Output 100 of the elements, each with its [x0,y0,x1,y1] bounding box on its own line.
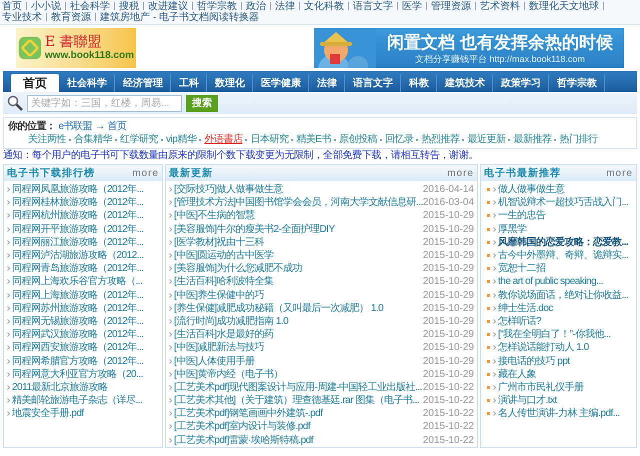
list-link[interactable]: 同程网无锡旅游攻略（2012年... [12,314,144,328]
list-link[interactable]: 同程网开平旅游攻略（2012年... [12,222,144,236]
more-link[interactable]: more [447,166,474,180]
list-link[interactable]: 精美邮轮旅游电子杂志（详尽... [12,394,142,408]
list-link[interactable]: 同程网青岛旅游攻略（2012年... [12,262,144,276]
top-nav-link[interactable]: 社会科学 [70,1,110,12]
top-nav-link[interactable]: 法律 [275,1,295,12]
chevron-icon [169,213,172,218]
list-link[interactable]: 宽恕十二招 [498,262,546,276]
quick-link[interactable]: 外语書店 [204,133,242,146]
list-link[interactable]: [生活百科]哈利波特全集 [174,275,274,288]
list-link[interactable]: [养生保健]减肥成功秘籍（又叫最后一次减肥） 1.0 [174,302,384,315]
breadcrumb-link[interactable]: 首页 [108,120,127,133]
list-link[interactable]: [工艺美术pdf]室内设计与装修.pdf [174,420,310,434]
list-link[interactable]: [美容服饰]牛尔的瘦美书2-全面护理DIY [174,222,335,236]
list-link[interactable]: 同程网希腊官方攻略（2012年... [12,354,144,368]
list-link[interactable]: 接电话的技巧 ppt [498,354,570,368]
list-link[interactable]: 藏在人象 [498,368,536,381]
top-nav-link[interactable]: 管理资源 [431,1,471,12]
top-nav-link[interactable]: 文化科教 [304,1,344,12]
list-link[interactable]: 厚黑学 [498,222,526,236]
list-link[interactable]: [中医]养生保健中的巧 [174,288,264,302]
top-nav-link[interactable]: 建筑房地产 [100,12,150,23]
search-field[interactable]: 关键字如：三国，红楼，周易... [27,94,182,112]
quick-link[interactable]: 红学研究 [120,133,158,146]
list-link[interactable]: [工艺美术pdf]现代图案设计与应用-周建-中国轻工业出版社... [174,380,422,394]
list-link[interactable]: [管理技术方法]中国图书馆学会会员，河南大学文献信息研... [174,196,423,210]
breadcrumb-link[interactable]: e书联盟 [58,120,92,133]
site-logo[interactable]: E 書聯盟 www.book118.com [16,28,136,68]
list-link[interactable]: 做人做事做生意 [498,183,564,196]
date-text: 2015-10-22 [422,380,474,394]
list-link[interactable]: [中医]黄帝内经（电子书） [174,368,284,381]
quick-link[interactable]: 回忆录 [384,133,414,146]
quick-link[interactable]: 关注两性 [28,133,66,146]
quick-link[interactable]: 原创投稿 [338,133,377,146]
more-link[interactable]: more [606,166,633,180]
list-link[interactable]: [中医]减肥新法与技巧 [174,341,264,354]
list-link[interactable]: 同程网上海欢乐谷官方攻略（... [12,275,142,288]
top-nav-link[interactable]: 搜税 [119,1,139,12]
list-link[interactable]: [中医]人体使用手册 [174,354,255,368]
list-link[interactable]: 同程网泸沽湖旅游攻略（2012... [12,249,144,262]
list-link[interactable]: 2011最新北京旅游攻略 [12,380,108,394]
list-link[interactable]: 机智说辩术一超技巧舌战入门... [498,196,628,210]
list-link[interactable]: 风靡韩国的恋爱攻略：恋爱教... [498,236,628,249]
top-nav-link[interactable]: 政治 [246,1,266,12]
list-link[interactable]: 地震安全手册.pdf [12,407,84,420]
top-nav-link[interactable]: 教育资源 [51,12,91,23]
list-link[interactable]: 名人传世演讲-力林 主编.pdf... [498,407,620,420]
chevron-icon [493,187,496,192]
list-link[interactable]: 广州市市民礼仪手册 [498,380,584,394]
list-link[interactable]: 怎样听话? [498,314,542,328]
list-link[interactable]: 同程网意大利亚官方攻略（20... [12,368,143,381]
list-link[interactable]: 一生的忠告 [498,209,546,222]
list-link[interactable]: [交际技巧]做人做事做生意 [174,183,284,196]
top-nav-link[interactable]: 专业技术 [2,12,42,23]
quick-link[interactable]: 最新推荐 [513,133,552,146]
list-link[interactable]: 古今中外墨辩、奇辩、诡辩实... [498,249,628,262]
top-nav-link[interactable]: 语言文字 [353,1,393,12]
list-link[interactable]: 教你说场面话，绝对让你收益... [498,288,628,302]
list-link[interactable]: the art of public speaking... [498,275,604,288]
top-nav-link[interactable]: 小小说 [31,1,61,12]
quick-link[interactable]: 日本研究 [250,133,288,146]
list-link[interactable]: 怎样说话能打动人 1.0 [498,341,589,354]
quick-link[interactable]: 热门排行 [559,133,598,146]
list-link[interactable]: 绅士生活.doc [498,302,553,315]
list-link[interactable]: [医学教材]祝由十三科 [174,236,264,249]
list-link[interactable]: 同程网苏州旅游攻略（2012年... [12,302,144,315]
quick-link[interactable]: 最近更新 [467,133,506,146]
list-link[interactable]: [生活百科]水是最好的药 [174,328,274,342]
top-nav-link[interactable]: 艺术资料 [480,1,520,12]
nav-tab[interactable]: 首页 [11,74,59,92]
top-nav-link[interactable]: 医学 [402,1,422,12]
list-link[interactable]: 同程网杭州旅游攻略（2012年... [12,209,144,222]
quick-link[interactable]: 热烈推荐 [421,133,460,146]
list-link[interactable]: 演讲与口才.txt [498,394,557,408]
list-link[interactable]: [工艺美术pdf]雷蒙·埃哈斯特稿.pdf [174,434,313,447]
list-link[interactable]: [中医]圆运动的古中医学 [174,249,274,262]
list-link[interactable]: 同程网西安旅游攻略（2012年... [12,341,144,354]
list-link[interactable]: [美容服饰]为什么您减肥不成功 [174,262,302,276]
list-link[interactable]: 同程网丽江旅游攻略（2012年... [12,236,144,249]
top-nav-link[interactable]: 改进建议 [148,1,188,12]
list-link[interactable]: [工艺美术其他]（关于建筑）理查德基廷.rar 图集（电子书... [174,394,420,408]
top-nav-link[interactable]: 哲学宗教 [197,1,237,12]
list-link[interactable]: 同程网凤凰旅游攻略（2012年... [12,183,144,196]
list-link[interactable]: [中医]不生病的智慧 [174,209,255,222]
list-link[interactable]: 同程网武汉旅游攻略（2012年... [12,328,144,342]
quick-link[interactable]: 精美E书 [296,133,331,146]
quick-link[interactable]: 合集精华 [74,133,112,146]
list-link[interactable]: [“我在全明白了！”-你我他... [498,328,611,342]
list-link[interactable]: 同程网桂林旅游攻略（2012年... [12,196,144,210]
list-link[interactable]: [工艺美术pdf]钢笔画画中外建筑-.pdf [174,407,322,420]
ad-banner[interactable]: 闲置文档 也有发挥余热的时候 文档分享赚钱平台 http://max.book118.com [314,28,624,68]
list-link[interactable]: [流行时尚]成功减肥指南 1.0 [174,314,288,328]
breadcrumb-link[interactable]: → [95,120,105,133]
more-link[interactable]: more [132,166,159,180]
quick-link[interactable]: vip精华 [166,133,196,146]
top-nav-link[interactable]: 数理化天文地球 [529,1,599,12]
search-button[interactable]: 搜索 [186,94,218,112]
list-link[interactable]: 同程网上海旅游攻略（2012年... [12,288,144,302]
top-nav-link[interactable]: 首页 [2,1,22,12]
